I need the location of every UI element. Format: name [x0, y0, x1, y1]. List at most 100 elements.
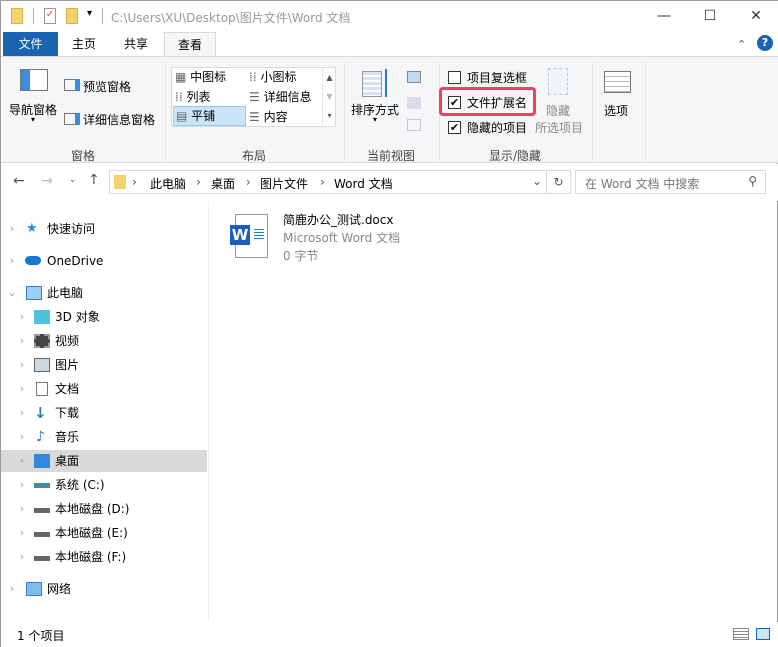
- drive-icon: [34, 532, 50, 537]
- breadcrumb-this-pc[interactable]: 此电脑: [150, 175, 186, 192]
- nav-drive-c[interactable]: › 系统 (C:): [1, 474, 207, 496]
- nav-videos[interactable]: › 视频: [1, 330, 207, 352]
- breadcrumb-sep: ›: [320, 175, 325, 189]
- large-icons-view-icon[interactable]: [756, 628, 770, 640]
- breadcrumb-word-docs[interactable]: Word 文档: [334, 175, 393, 192]
- nav-downloads[interactable]: › ↓ 下载: [1, 402, 207, 424]
- hide-selected-icon: [548, 68, 568, 95]
- address-dropdown-icon[interactable]: ⌄: [532, 174, 542, 188]
- ribbon-tabs: 文件 主页 共享 查看 ⌃ ?: [1, 32, 778, 57]
- picture-icon: [34, 358, 50, 372]
- ribbon: 导航窗格 ▾ 预览窗格 详细信息窗格 窗格 ▦ 中图标 ⁞⁞ 小图标 ⁞⁞ 列表…: [1, 56, 778, 163]
- folder-icon: [11, 8, 23, 24]
- cloud-icon: [25, 256, 41, 265]
- details-pane-button[interactable]: 详细信息窗格: [83, 111, 155, 128]
- star-icon: ★: [26, 221, 38, 236]
- layout-gallery: ▦ 中图标 ⁞⁞ 小图标 ⁞⁞ 列表 ☰ 详细信息 ▤ 平铺 ☰ 内容 ▲ ▼ ▾: [171, 67, 336, 127]
- address-bar[interactable]: › 此电脑 › 桌面 › 图片文件 › Word 文档 ⌄ ↻: [109, 170, 571, 194]
- network-icon: [26, 582, 42, 596]
- divider: [592, 63, 593, 161]
- download-icon: ↓: [34, 404, 47, 422]
- minimize-button[interactable]: —: [641, 1, 687, 31]
- file-extensions-checkbox[interactable]: ✔: [448, 96, 461, 109]
- nav-onedrive[interactable]: › OneDrive: [1, 250, 207, 272]
- computer-icon: [26, 286, 42, 300]
- navigation-pane-icon: [20, 69, 48, 91]
- layout-details[interactable]: ☰ 详细信息: [249, 88, 319, 105]
- refresh-icon[interactable]: ↻: [546, 171, 570, 193]
- new-folder-icon[interactable]: [66, 8, 78, 24]
- nav-quick-access[interactable]: › ★ 快速访问: [1, 218, 207, 240]
- preview-pane-button[interactable]: 预览窗格: [83, 78, 131, 95]
- nav-drive-f[interactable]: › 本地磁盘 (F:): [1, 546, 207, 568]
- word-document-icon: W: [230, 214, 268, 258]
- status-bar: 1 个项目: [1, 622, 778, 647]
- group-label-panes: 窗格: [70, 149, 95, 163]
- nav-drive-d[interactable]: › 本地磁盘 (D:): [1, 498, 207, 520]
- hidden-items-label: 隐藏的项目: [467, 121, 528, 135]
- nav-this-pc[interactable]: ⌄ 此电脑: [1, 282, 207, 304]
- hidden-items-checkbox[interactable]: ✔: [448, 121, 461, 134]
- up-button[interactable]: ↑: [88, 172, 100, 188]
- search-input[interactable]: 在 Word 文档 中搜索 ⚲: [575, 170, 766, 194]
- sort-icon: [362, 71, 382, 97]
- film-icon: [34, 334, 50, 348]
- navigation-pane: › ★ 快速访问 › OneDrive ⌄ 此电脑 › 3D 对象 › 视频 › 图片 › 文档…: [1, 201, 209, 621]
- layout-scroll[interactable]: ▲ ▼ ▾: [322, 68, 336, 126]
- customize-toolbar-icon[interactable]: ▾: [87, 8, 92, 19]
- breadcrumb-desktop[interactable]: 桌面: [211, 175, 235, 192]
- close-button[interactable]: ✕: [733, 1, 778, 31]
- details-view-icon[interactable]: [733, 628, 749, 640]
- divider: [645, 63, 646, 161]
- file-extensions-label: 文件扩展名: [467, 96, 528, 110]
- file-tile[interactable]: W 简鹿办公_测试.docx Microsoft Word 文档 0 字节: [229, 211, 429, 263]
- nav-desktop[interactable]: › 桌面: [1, 450, 207, 472]
- item-checkboxes-checkbox[interactable]: [448, 71, 461, 84]
- help-icon[interactable]: ?: [757, 35, 773, 51]
- properties-icon[interactable]: ✓: [44, 8, 56, 24]
- tab-share[interactable]: 共享: [113, 32, 159, 56]
- options-icon: [604, 71, 631, 93]
- file-type: Microsoft Word 文档: [283, 231, 401, 245]
- divider: [344, 63, 345, 161]
- title-bar: ✓ ▾ C:\Users\XU\Desktop\图片文件\Word 文档 — ☐…: [1, 1, 778, 32]
- drive-icon: [34, 508, 50, 513]
- options-button[interactable]: 选项: [596, 61, 640, 121]
- window-title: C:\Users\XU\Desktop\图片文件\Word 文档: [111, 11, 351, 25]
- nav-network[interactable]: › 网络: [1, 578, 207, 600]
- layout-list[interactable]: ⁞⁞ 列表: [175, 88, 245, 105]
- tab-view[interactable]: 查看: [164, 32, 216, 57]
- layout-content[interactable]: ☰ 内容: [249, 108, 319, 125]
- back-button[interactable]: ←: [13, 173, 25, 189]
- collapse-ribbon-icon[interactable]: ⌃: [737, 38, 746, 51]
- breadcrumb-pictures-folder[interactable]: 图片文件: [260, 175, 308, 192]
- search-placeholder: 在 Word 文档 中搜索: [585, 177, 700, 191]
- navigation-pane-button[interactable]: 导航窗格 ▾: [9, 61, 59, 124]
- group-by-icon[interactable]: [407, 71, 421, 83]
- layout-small-icons[interactable]: ⁞⁞ 小图标: [249, 68, 319, 85]
- layout-medium-icons[interactable]: ▦ 中图标: [175, 68, 245, 85]
- drive-icon: [34, 483, 50, 488]
- item-checkboxes-label: 项目复选框: [467, 71, 528, 85]
- divider: [33, 9, 34, 23]
- search-icon: ⚲: [748, 174, 757, 188]
- group-label-show-hide: 显示/隐藏: [488, 149, 542, 163]
- nav-3d-objects[interactable]: › 3D 对象: [1, 306, 207, 328]
- forward-button[interactable]: →: [41, 173, 53, 189]
- document-icon: [36, 382, 48, 396]
- details-pane-icon: [64, 113, 80, 125]
- maximize-button[interactable]: ☐: [687, 1, 733, 31]
- nav-documents[interactable]: › 文档: [1, 378, 207, 400]
- tab-home[interactable]: 主页: [61, 32, 107, 56]
- breadcrumb-sep: ›: [246, 175, 251, 189]
- layout-tiles[interactable]: ▤ 平铺: [173, 106, 246, 126]
- nav-drive-e[interactable]: › 本地磁盘 (E:): [1, 522, 207, 544]
- sort-by-button[interactable]: 排序方式 ▾: [349, 61, 403, 127]
- nav-music[interactable]: › ♪ 音乐: [1, 426, 207, 448]
- recent-locations-button[interactable]: ⌄: [69, 175, 77, 185]
- desktop-icon: [34, 454, 50, 468]
- nav-pictures[interactable]: › 图片: [1, 354, 207, 376]
- divider: [102, 9, 103, 23]
- tab-file[interactable]: 文件: [3, 32, 58, 56]
- item-count: 1 个项目: [17, 629, 65, 643]
